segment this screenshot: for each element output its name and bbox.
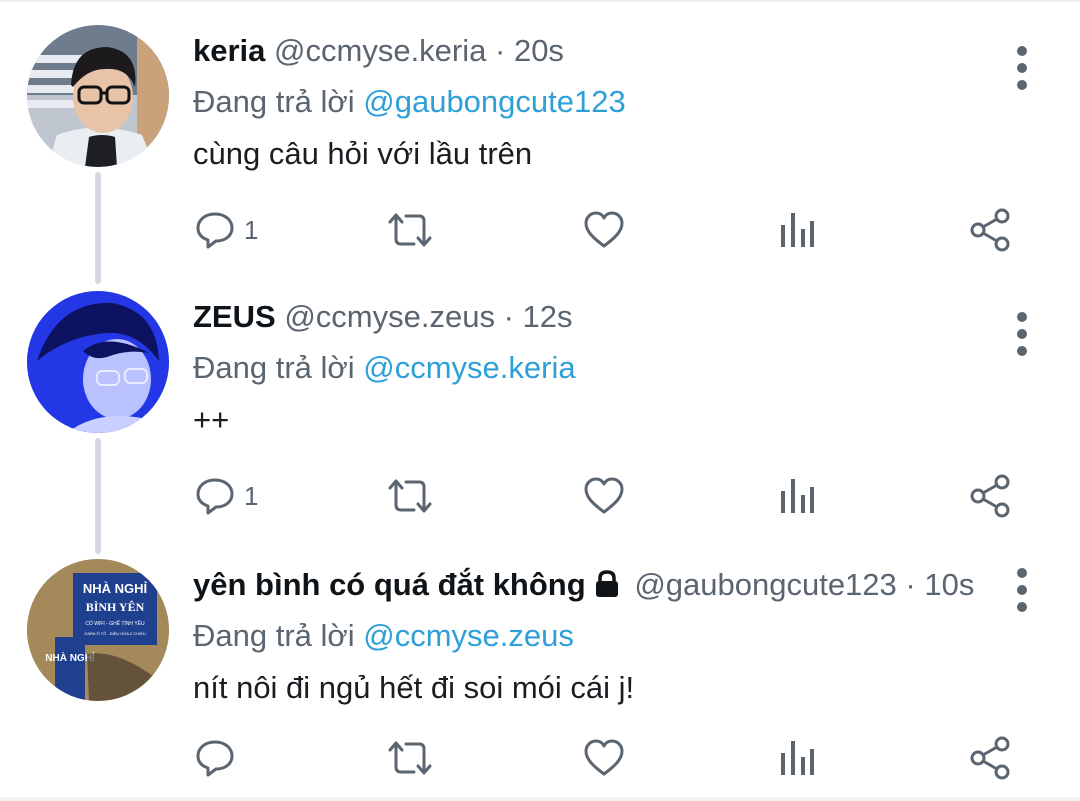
more-button[interactable] (1004, 43, 1040, 93)
heart-icon (584, 477, 624, 514)
timestamp[interactable]: 12s (523, 299, 573, 334)
sign-line-1: NHÀ NGHỈ (83, 581, 148, 596)
mention-link[interactable]: @ccmyse.keria (363, 350, 575, 385)
display-name[interactable]: ZEUS (193, 299, 276, 334)
separator: · (495, 33, 506, 68)
tweet[interactable]: NHÀ NGHỈ BÌNH YÊN CÓ WIFI - GHẾ TÌNH YÊU… (0, 559, 1080, 795)
heart-icon (584, 739, 624, 776)
bar-chart-icon (781, 213, 814, 247)
person-with-glasses-photo (27, 25, 169, 167)
tweet-text: ++ (193, 402, 230, 437)
share-icon (970, 208, 1010, 252)
more-button[interactable] (1004, 565, 1040, 615)
action-bar: 1 (0, 471, 1080, 521)
like-button[interactable] (582, 471, 626, 521)
reply-button[interactable]: 1 (194, 471, 258, 521)
like-button[interactable] (582, 733, 626, 783)
action-bar (0, 733, 1080, 783)
tweet[interactable]: keria @ccmyse.keria · 20s Đang trả lời @… (0, 25, 1080, 265)
replying-label: Đang trả lời (193, 618, 355, 653)
timestamp[interactable]: 10s (924, 567, 974, 602)
share-button[interactable] (968, 733, 1014, 783)
retweet-icon (388, 741, 432, 775)
reply-count: 1 (244, 214, 259, 245)
mention-link[interactable]: @gaubongcute123 (363, 84, 625, 119)
more-vertical-icon (1017, 46, 1027, 90)
top-divider (0, 0, 1080, 2)
views-button[interactable] (777, 205, 817, 255)
handle[interactable]: @gaubongcute123 (634, 567, 896, 602)
reply-button[interactable] (194, 733, 244, 783)
display-name[interactable]: yên bình có quá đắt không (193, 567, 586, 602)
more-button[interactable] (1004, 309, 1040, 359)
tweet-header: keria @ccmyse.keria · 20s (193, 31, 564, 71)
guesthouse-sign-photo: NHÀ NGHỈ BÌNH YÊN CÓ WIFI - GHẾ TÌNH YÊU… (27, 559, 169, 701)
replying-to: Đang trả lời @ccmyse.keria (193, 348, 576, 388)
mention-link[interactable]: @ccmyse.zeus (363, 618, 574, 653)
views-button[interactable] (777, 471, 817, 521)
replying-to: Đang trả lời @gaubongcute123 (193, 82, 626, 122)
handle[interactable]: @ccmyse.keria (274, 33, 486, 68)
like-button[interactable] (582, 205, 626, 255)
retweet-button[interactable] (386, 733, 434, 783)
avatar[interactable] (27, 25, 169, 167)
avatar[interactable]: NHÀ NGHỈ BÌNH YÊN CÓ WIFI - GHẾ TÌNH YÊU… (27, 559, 169, 701)
heart-icon (584, 211, 624, 248)
bottom-divider (0, 797, 1080, 801)
more-vertical-icon (1017, 568, 1027, 612)
reply-count: 1 (244, 480, 259, 511)
action-bar: 1 (0, 205, 1080, 255)
tweet-header: ZEUS @ccmyse.zeus · 12s (193, 297, 573, 337)
tweet-text: nít nôi đi ngủ hết đi soi mói cái j! (193, 670, 635, 705)
bar-chart-icon (781, 479, 814, 513)
share-icon (970, 736, 1010, 780)
separator: · (503, 299, 514, 334)
sign-line-2: BÌNH YÊN (86, 600, 145, 614)
reply-button[interactable]: 1 (194, 205, 258, 255)
reply-bubble-icon (196, 478, 234, 515)
retweet-button[interactable] (386, 471, 434, 521)
share-button[interactable] (968, 205, 1014, 255)
share-icon (970, 474, 1010, 518)
blue-lit-portrait-photo (27, 291, 169, 433)
sign-line-3: CÓ WIFI - GHẾ TÌNH YÊU (85, 619, 145, 627)
separator: · (905, 567, 916, 602)
replying-label: Đang trả lời (193, 350, 355, 385)
retweet-button[interactable] (386, 205, 434, 255)
tweet[interactable]: ZEUS @ccmyse.zeus · 12s Đang trả lời @cc… (0, 291, 1080, 531)
more-vertical-icon (1017, 312, 1027, 356)
bar-chart-icon (781, 741, 814, 775)
sign-line-4: GARA Ô TÔ - ĐIỀU HÒA 2 CHIỀU (84, 631, 146, 636)
retweet-icon (388, 479, 432, 513)
handle[interactable]: @ccmyse.zeus (284, 299, 495, 334)
reply-bubble-icon (196, 212, 234, 249)
timestamp[interactable]: 20s (514, 33, 564, 68)
tweet-text: cùng câu hỏi với lầu trên (193, 136, 533, 171)
display-name[interactable]: keria (193, 33, 265, 68)
replying-to: Đang trả lời @ccmyse.zeus (193, 616, 574, 656)
views-button[interactable] (777, 733, 817, 783)
replying-label: Đang trả lời (193, 84, 355, 119)
share-button[interactable] (968, 471, 1014, 521)
avatar[interactable] (27, 291, 169, 433)
lock-icon (592, 569, 622, 609)
reply-bubble-icon (196, 740, 234, 777)
tweet-header: yên bình có quá đắt không @gaubongcute12… (193, 565, 974, 609)
retweet-icon (388, 213, 432, 247)
